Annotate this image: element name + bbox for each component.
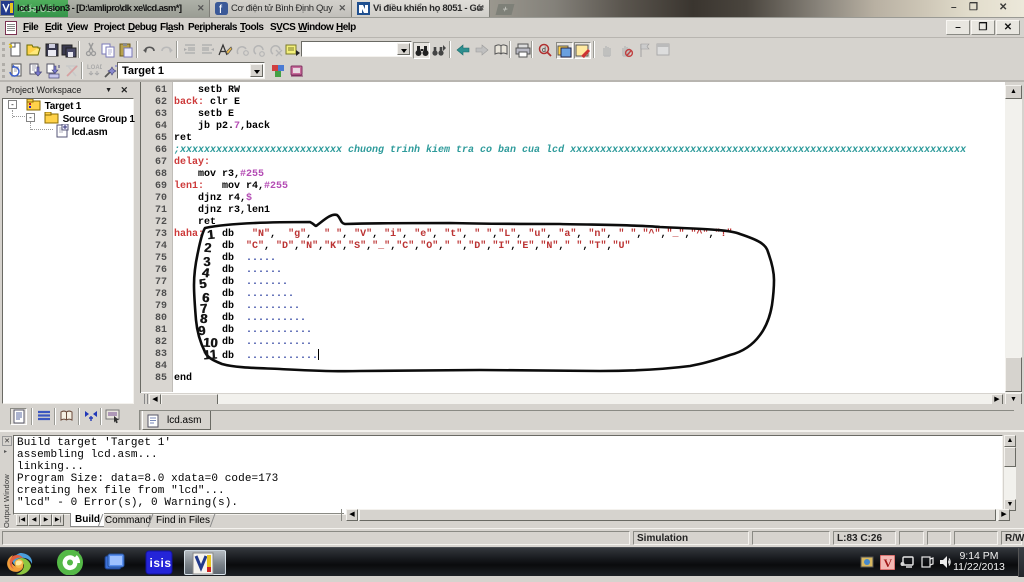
svg-text:isis: isis	[150, 556, 172, 570]
svg-text:d: d	[542, 47, 546, 54]
svg-text:LOAD: LOAD	[87, 65, 102, 71]
svg-text:V: V	[884, 556, 893, 570]
